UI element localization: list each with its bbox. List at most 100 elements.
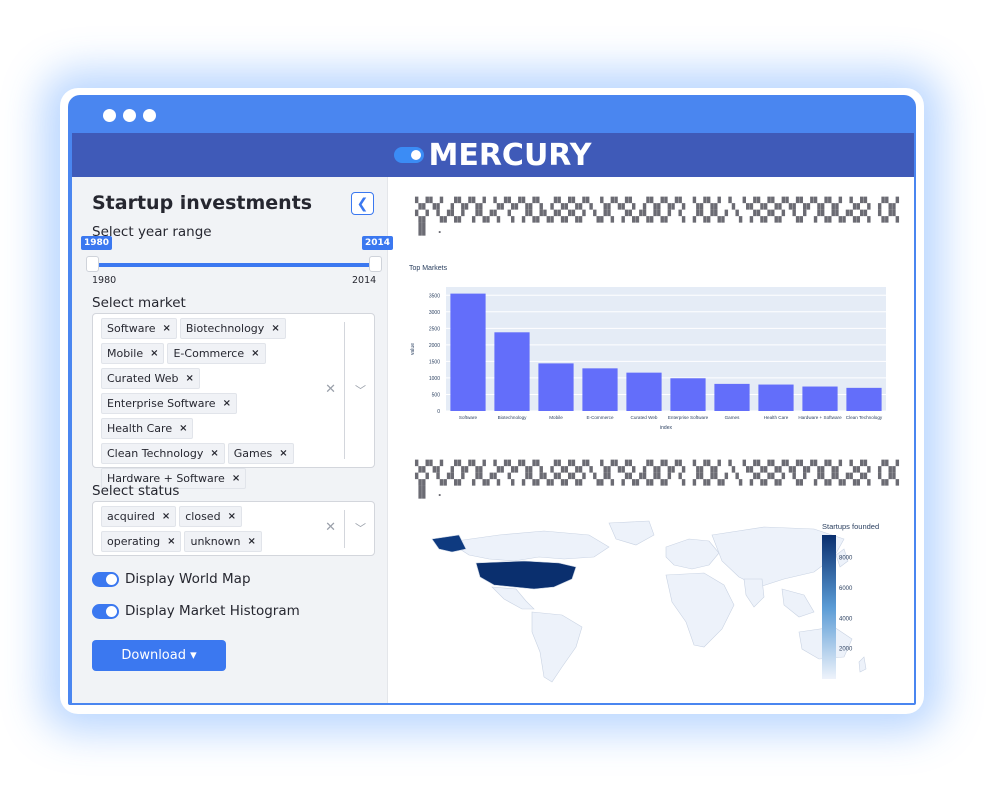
bar (538, 363, 574, 411)
market-chip[interactable]: Curated Web × (101, 368, 200, 389)
sidebar-title: Startup investments (92, 192, 313, 214)
slider-low-value: 1980 (81, 236, 113, 250)
bar (714, 383, 750, 411)
map-region-usa (475, 560, 577, 590)
status-chip[interactable]: unknown × (184, 531, 262, 552)
colorbar-tick-label: 4000 (839, 616, 853, 622)
remove-chip-icon[interactable]: × (210, 448, 218, 459)
multiselect-divider (344, 510, 345, 548)
chip-label: operating (107, 535, 161, 548)
x-tick-label: Curated Web (631, 415, 658, 420)
market-chip[interactable]: E-Commerce × (167, 343, 266, 364)
remove-chip-icon[interactable]: × (167, 536, 175, 547)
bar (802, 386, 838, 411)
remove-chip-icon[interactable]: × (279, 448, 287, 459)
x-axis-label: index (660, 425, 672, 431)
bar (582, 368, 618, 411)
remove-chip-icon[interactable]: × (150, 348, 158, 359)
window-dot-icon (123, 109, 136, 122)
chevron-down-icon[interactable]: ﹀ (355, 520, 366, 536)
chip-label: Enterprise Software (107, 397, 216, 410)
market-chip[interactable]: Biotechnology × (179, 318, 286, 339)
collapse-sidebar-button[interactable]: ❮ (351, 192, 374, 215)
x-tick-label: Mobile (549, 415, 563, 420)
window-dot-icon (103, 109, 116, 122)
status-chip[interactable]: acquired × (101, 506, 177, 527)
toggle-world-map[interactable]: Display World Map (92, 571, 251, 587)
remove-chip-icon[interactable]: × (223, 398, 231, 409)
status-chip[interactable]: closed × (179, 506, 242, 527)
world-map (431, 520, 867, 683)
top-markets-bar-chart: Top Markets 0 500 1000 1500 2000 2500 3000 3500 S… (409, 265, 886, 431)
chip-label: closed (185, 510, 221, 523)
toggle-label: Display World Map (125, 571, 251, 587)
slider-min-label: 1980 (92, 275, 117, 286)
status-label: Select status (92, 483, 180, 499)
map-region-europe (665, 538, 720, 570)
remove-chip-icon[interactable]: × (162, 511, 170, 522)
mercury-logo-icon (394, 147, 425, 163)
map-region-greenland (608, 520, 655, 546)
status-multiselect[interactable]: acquired × closed × operating × unknown × ✕ ﹀ (92, 501, 375, 556)
y-tick-label: 3000 (429, 310, 440, 316)
map-region-southeast-asia (781, 588, 815, 618)
year-range-slider[interactable] (92, 263, 376, 267)
market-chip[interactable]: Games × (227, 443, 294, 464)
market-multiselect[interactable]: Software × Biotechnology × Mobile × E-Commerce… (92, 313, 375, 489)
y-tick-label: 0 (437, 409, 440, 415)
chip-label: Health Care (107, 422, 173, 435)
chip-label: Curated Web (107, 372, 179, 385)
remove-chip-icon[interactable]: × (247, 536, 255, 547)
toggle-label: Display Market Histogram (125, 603, 300, 619)
multiselect-divider (344, 322, 345, 459)
clear-icon[interactable]: ✕ (325, 382, 336, 397)
app-name: MERCURY (428, 137, 592, 173)
map-region-south-america (531, 611, 583, 683)
map-region-alaska (431, 534, 467, 553)
slider-high-handle[interactable] (369, 256, 382, 272)
sidebar: Startup investments ❮ Select year range … (72, 177, 394, 703)
slider-low-handle[interactable] (86, 256, 99, 272)
remove-chip-icon[interactable]: × (163, 323, 171, 334)
bar (626, 372, 662, 411)
toggle-switch-icon[interactable] (92, 571, 119, 587)
map-region-india (743, 578, 765, 608)
remove-chip-icon[interactable]: × (228, 511, 236, 522)
market-chip[interactable]: Software × (101, 318, 177, 339)
remove-chip-icon[interactable]: × (232, 473, 240, 484)
remove-chip-icon[interactable]: × (251, 348, 259, 359)
app-content: Startup investments ❮ Select year range … (72, 177, 914, 703)
remove-chip-icon[interactable]: × (185, 373, 193, 384)
chevron-down-icon[interactable]: ﹀ (355, 382, 366, 398)
remove-chip-icon[interactable]: × (179, 423, 187, 434)
toggle-market-histogram[interactable]: Display Market Histogram (92, 603, 300, 619)
market-chip[interactable]: Clean Technology × (101, 443, 225, 464)
colorbar-tick-label: 2000 (839, 647, 853, 653)
clear-icon[interactable]: ✕ (325, 520, 336, 535)
x-tick-label: Clean Technology (846, 415, 883, 420)
y-tick-label: 2500 (429, 326, 440, 332)
market-chip[interactable]: Enterprise Software × (101, 393, 237, 414)
toggle-switch-icon[interactable] (92, 603, 119, 619)
x-tick-label: Software (459, 415, 478, 420)
chevron-left-icon: ❮ (356, 195, 369, 212)
brand-bar: MERCURY (72, 133, 914, 177)
chip-label: Games (233, 447, 273, 460)
chart-title: Top Markets (409, 265, 448, 272)
market-label: Select market (92, 295, 186, 311)
app-window: MERCURY Startup investments ❮ Select yea… (68, 95, 916, 705)
chip-label: E-Commerce (173, 347, 245, 360)
colorbar-tick-label: 8000 (839, 556, 853, 562)
remove-chip-icon[interactable]: × (271, 323, 279, 334)
market-chip[interactable]: Health Care × (101, 418, 194, 439)
status-chip[interactable]: operating × (101, 531, 182, 552)
window-dot-icon (143, 109, 156, 122)
colorbar-title: Startups founded (822, 522, 879, 531)
colorbar-tick-label: 6000 (839, 586, 853, 592)
map-region-central-america (491, 586, 535, 610)
y-axis-label: value (410, 343, 416, 355)
y-tick-label: 500 (432, 392, 441, 398)
download-button[interactable]: Download ▾ (92, 640, 226, 671)
market-chip[interactable]: Mobile × (101, 343, 165, 364)
slider-max-label: 2014 (352, 275, 377, 286)
